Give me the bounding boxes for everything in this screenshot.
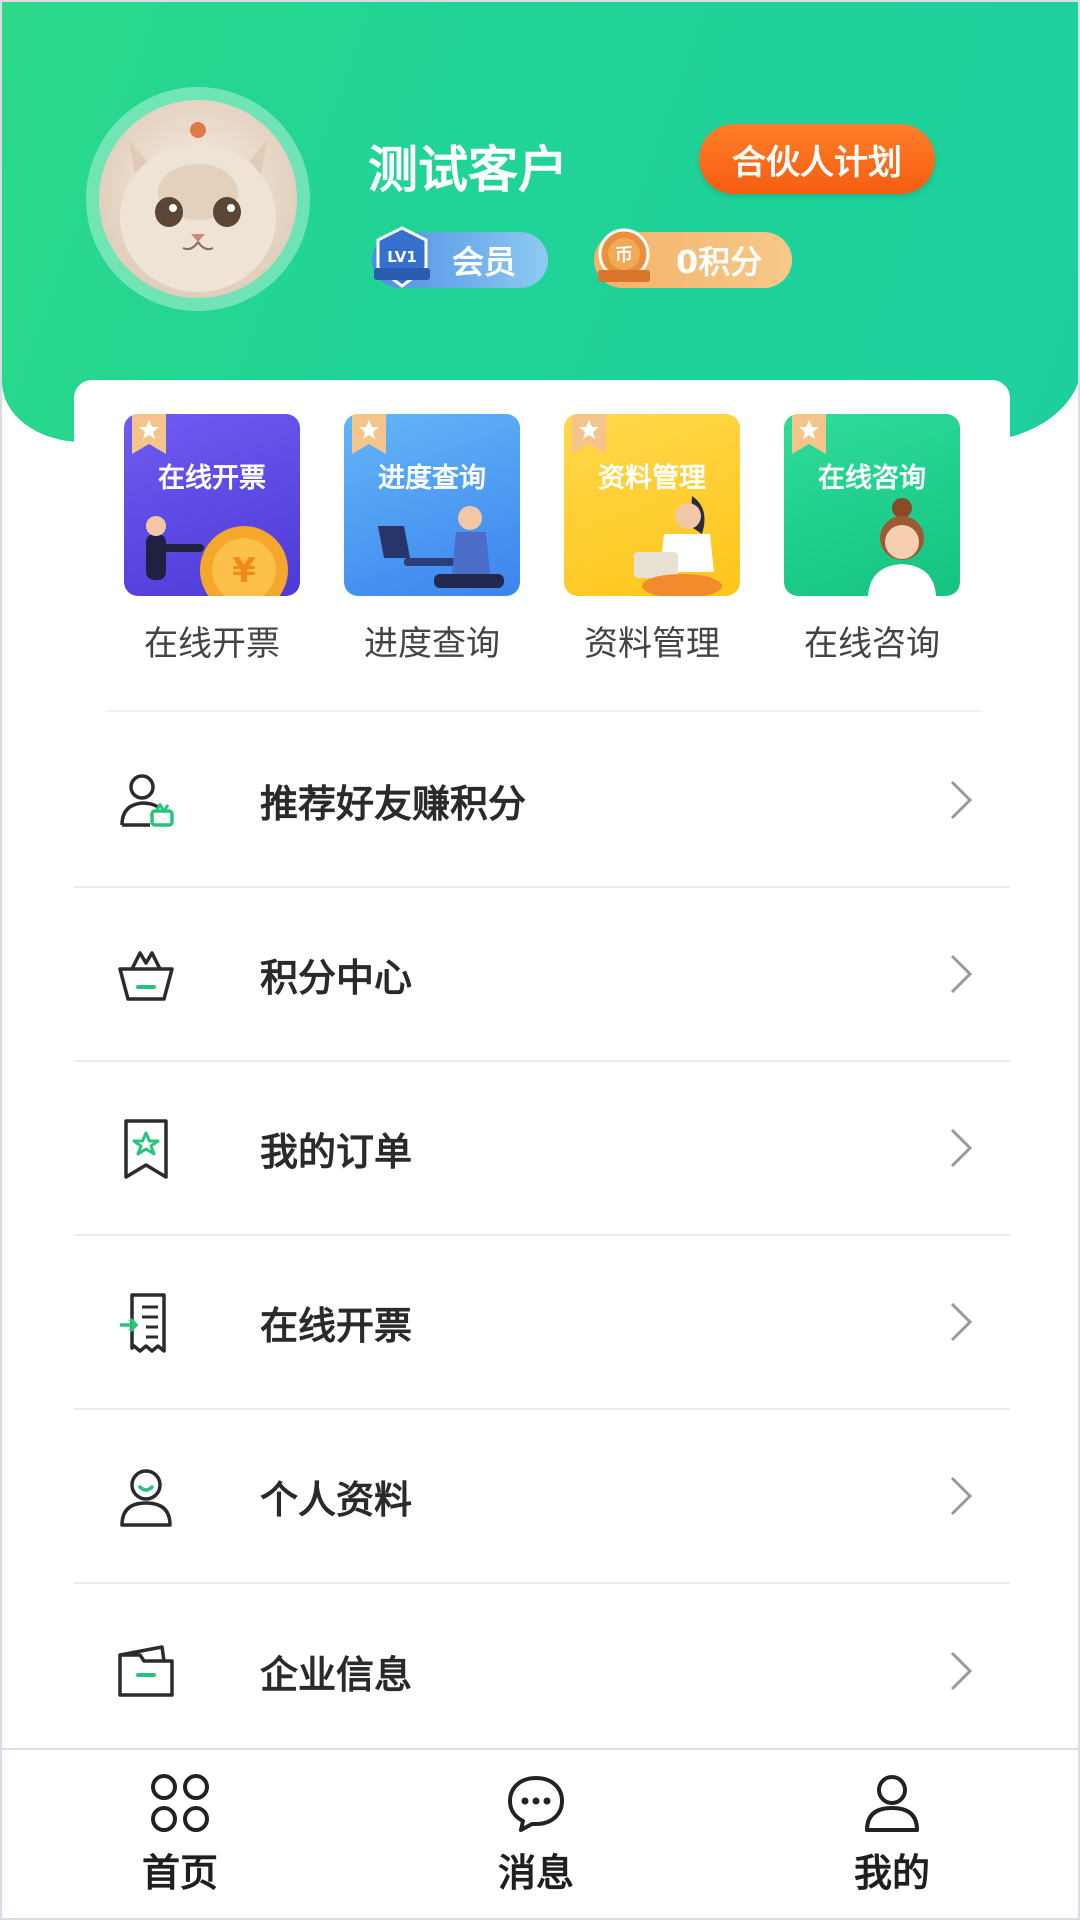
consult-tile: 在线咨询 (784, 414, 960, 596)
menu-label: 我的订单 (260, 1129, 413, 1174)
coin-badge-icon: 币 (598, 228, 650, 282)
chevron-right-icon (950, 1651, 973, 1691)
tile-title: 进度查询 (378, 463, 486, 494)
star-bookmark-icon (572, 414, 606, 454)
divider (106, 710, 982, 712)
partner-plan-button[interactable]: 合伙人计划 (699, 124, 935, 194)
folder-icon (118, 1645, 174, 1697)
menu-label: 在线开票 (260, 1303, 413, 1348)
documents-tile: 资料管理 (564, 414, 740, 596)
avatar-image (99, 100, 297, 298)
star-bookmark-icon (352, 414, 386, 454)
svg-text:¥: ¥ (232, 551, 256, 591)
tab-messages[interactable]: 消息 (456, 1772, 616, 1897)
bottom-tab-bar: 首页 消息 我的 (2, 1748, 1078, 1918)
member-badge[interactable]: LV1 会员 (372, 226, 548, 288)
tab-home[interactable]: 首页 (100, 1772, 260, 1897)
points-badge[interactable]: 币 0积分 (594, 228, 792, 288)
chevron-right-icon (950, 1476, 973, 1516)
points-label: 0积分 (676, 243, 763, 281)
support-agent-illustration-icon (868, 498, 936, 596)
tile-title: 在线咨询 (818, 463, 926, 494)
menu-label: 推荐好友赚积分 (260, 781, 527, 826)
laptop-person-illustration-icon (378, 506, 504, 588)
quick-label: 进度查询 (364, 624, 500, 664)
menu-item-personal-info[interactable]: 个人资料 (74, 1410, 1010, 1584)
member-label: 会员 (452, 243, 517, 281)
invoice-icon (120, 1293, 166, 1353)
quick-item-consult[interactable]: 在线咨询 在线咨询 (784, 414, 960, 665)
user-icon (865, 1775, 919, 1832)
star-bookmark-icon (792, 414, 826, 454)
chat-icon (508, 1776, 564, 1832)
tile-title: 在线开票 (158, 463, 266, 494)
tile-title: 资料管理 (598, 463, 706, 494)
menu-item-refer-friends[interactable]: 推荐好友赚积分 (74, 714, 1010, 888)
level-badge-text: LV1 (387, 248, 417, 266)
progress-tile: 进度查询 (344, 414, 520, 596)
quick-label: 在线咨询 (804, 624, 940, 664)
quick-label: 资料管理 (584, 624, 720, 664)
quick-item-invoice[interactable]: 在线开票 ¥ 在线开票 (124, 414, 300, 665)
tab-label: 消息 (497, 1851, 574, 1895)
tab-mine[interactable]: 我的 (812, 1772, 972, 1897)
chevron-right-icon (950, 780, 973, 820)
invoice-tile: 在线开票 ¥ (124, 414, 300, 596)
app-screen: 测试客户 合伙人计划 LV1 会员 币 0积分 在线开票 ¥ 在线开票 进度查询… (0, 0, 1080, 1920)
bookmark-star-icon (124, 1119, 168, 1179)
chevron-right-icon (950, 1128, 973, 1168)
coin-badge-text: 币 (615, 245, 633, 266)
basket-icon (118, 951, 174, 1001)
menu-label: 积分中心 (260, 955, 413, 1000)
tab-label: 我的 (853, 1851, 930, 1895)
user-refer-icon (120, 774, 174, 827)
menu-item-online-invoice[interactable]: 在线开票 (74, 1236, 1010, 1410)
chevron-right-icon (950, 954, 973, 994)
avatar[interactable] (86, 87, 310, 311)
chevron-right-icon (950, 1302, 973, 1342)
grid-icon (151, 1774, 209, 1832)
level-badge-icon: LV1 (374, 226, 430, 288)
quick-label: 在线开票 (144, 624, 280, 664)
quick-item-documents[interactable]: 资料管理 资料管理 (564, 414, 740, 665)
menu-item-my-orders[interactable]: 我的订单 (74, 1062, 1010, 1236)
username: 测试客户 (368, 141, 568, 199)
coin-illustration-icon: ¥ (146, 516, 288, 596)
tab-label: 首页 (141, 1851, 218, 1895)
reading-woman-illustration-icon (634, 496, 722, 596)
menu-label: 个人资料 (260, 1477, 413, 1522)
person-icon (120, 1469, 172, 1527)
star-bookmark-icon (132, 414, 166, 454)
menu-item-points-center[interactable]: 积分中心 (74, 888, 1010, 1062)
quick-access-card: 在线开票 ¥ 在线开票 进度查询 进度查询 资料管理 资料管理 在线咨询 在线咨… (74, 380, 1010, 690)
menu-item-company-info[interactable]: 企业信息 (74, 1584, 1010, 1758)
quick-item-progress[interactable]: 进度查询 进度查询 (344, 414, 520, 665)
menu-label: 企业信息 (260, 1652, 413, 1697)
